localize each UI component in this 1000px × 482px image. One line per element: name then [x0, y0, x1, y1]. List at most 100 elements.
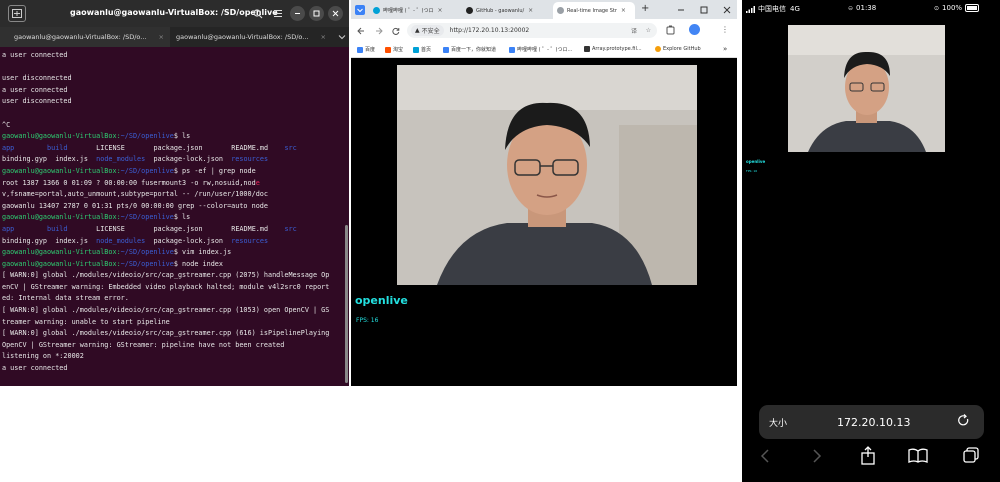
terminal-tab-2[interactable]: gaowanlu@gaowanlu-VirtualBox: /SD/o... × [170, 27, 338, 47]
address-bar[interactable]: ▲ 不安全 http://172.20.10.13:20002 译 ☆ [407, 23, 657, 38]
terminal-line: user disconnected [2, 97, 72, 106]
terminal-line: listening on *:20002 [2, 352, 84, 361]
terminal-ls-line: binding.gyp index.js node_modules packag… [2, 236, 269, 245]
bookmark-item[interactable]: Explore GitHub [655, 46, 701, 52]
browser-tab-bilibili[interactable]: 哔哩哔哩 ( ゜- ゜)つロ × [369, 2, 461, 19]
terminal-line: [ WARN:0] global ./modules/videoio/src/c… [2, 306, 330, 315]
forward-icon[interactable] [812, 449, 822, 463]
terminal-line: [ WARN:0] global ./modules/videoio/src/c… [2, 271, 330, 280]
back-icon[interactable] [760, 449, 770, 463]
terminal-prompt-line: gaowanlu@gaowanlu-VirtualBox:~/SD/openli… [2, 259, 223, 268]
more-menu-icon[interactable]: ⋮ [721, 25, 729, 34]
new-tab-button[interactable]: + [641, 3, 649, 14]
security-label: 不安全 [421, 28, 440, 35]
minimize-icon[interactable] [677, 6, 685, 14]
screenshot-collage: gaowanlu@gaowanlu-VirtualBox: /SD/openli… [0, 0, 1000, 482]
baidu-icon [357, 46, 363, 53]
browser-tab-github[interactable]: GitHub - gaowanlu/ × [462, 2, 552, 19]
terminal-tab-1[interactable]: gaowanlu@gaowanlu-VirtualBox: /SD/o... × [0, 27, 170, 47]
chevron-down-icon[interactable] [338, 33, 346, 41]
github-icon [466, 7, 473, 14]
mdn-icon [584, 46, 590, 52]
maximize-icon[interactable] [700, 6, 708, 14]
bookmark-item[interactable]: 哔哩哔哩 ( ゜- ゜)つロ... [509, 46, 572, 53]
browser-tabstrip: 哔哩哔哩 ( ゜- ゜)つロ × GitHub - gaowanlu/ × Re… [351, 0, 737, 19]
browser-tab-realtime[interactable]: Real-time Image Str × [553, 2, 635, 19]
terminal-tab-label: gaowanlu@gaowanlu-VirtualBox: /SD/o... [14, 33, 147, 41]
signal-icon [746, 5, 755, 13]
maximize-icon[interactable] [309, 6, 324, 21]
terminal-line: a user connected [2, 85, 68, 94]
hamburger-menu-icon[interactable] [270, 6, 285, 21]
tab-close-icon[interactable]: × [437, 7, 442, 14]
terminal-line: user disconnected [2, 74, 72, 83]
profile-avatar[interactable] [689, 24, 700, 35]
tab-close-icon[interactable]: × [158, 33, 163, 41]
terminal-tabbar: gaowanlu@gaowanlu-VirtualBox: /SD/o... ×… [0, 27, 349, 47]
link-icon: ⊖ [848, 4, 854, 12]
carrier-info: 中国电信 4G [746, 4, 800, 14]
terminal-line: treamer warning: unable to start pipelin… [2, 317, 170, 326]
terminal-ls-line: app build LICENSE package.json README.md… [2, 143, 297, 152]
star-icon[interactable]: ☆ [646, 27, 651, 34]
tabs-icon[interactable] [963, 447, 979, 463]
globe-icon [557, 7, 564, 14]
terminal-line: ed: Internal data stream error. [2, 294, 129, 303]
share-icon[interactable] [860, 446, 876, 465]
tab-close-icon[interactable]: × [320, 33, 325, 41]
bookmark-item[interactable]: 首页 [413, 46, 431, 53]
bookmark-item[interactable]: Array.prototype.fil... [584, 46, 642, 52]
battery-percent: 100% [942, 4, 963, 12]
terminal-line: enCV | GStreamer warning: Embedded video… [2, 282, 330, 291]
terminal-title: gaowanlu@gaowanlu-VirtualBox: /SD/openli… [70, 8, 278, 17]
phone-fps-readout: FPS: 16 [746, 169, 758, 173]
bookmark-item[interactable]: 百度 [357, 46, 375, 53]
terminal-prompt-line: gaowanlu@gaowanlu-VirtualBox:~/SD/openli… [2, 213, 191, 222]
url-text[interactable]: http://172.20.10.13:20002 [450, 27, 530, 34]
battery-status: ⊙ 100% [934, 4, 980, 12]
new-tab-icon[interactable] [8, 5, 26, 22]
phone-toolbar [742, 441, 1000, 471]
terminal-line: a user connected [2, 364, 68, 373]
reload-icon[interactable] [957, 414, 970, 427]
minimize-icon[interactable] [290, 6, 305, 21]
terminal-prompt-line: gaowanlu@gaowanlu-VirtualBox:~/SD/openli… [2, 132, 191, 141]
browser-tab-label: Real-time Image Str [567, 7, 617, 14]
forward-icon[interactable] [375, 27, 383, 35]
bookmarks-icon[interactable] [908, 448, 928, 463]
phone-address-bar[interactable]: 大小 172.20.10.13 [759, 405, 984, 439]
terminal-titlebar: gaowanlu@gaowanlu-VirtualBox: /SD/openli… [0, 0, 349, 27]
browser-tab-label: 哔哩哔哩 ( ゜- ゜)つロ [383, 8, 434, 14]
back-icon[interactable] [357, 27, 365, 35]
close-icon[interactable] [328, 6, 343, 21]
bookmark-item[interactable]: 百度一下，你就知道 [443, 46, 496, 53]
bookmarks-bar: 百度 淘宝 首页 百度一下，你就知道 哔哩哔哩 ( ゜- ゜)つロ... Arr… [351, 42, 737, 58]
tab-close-icon[interactable]: × [528, 7, 533, 14]
phone-clock: ⊖ 01:38 [848, 4, 877, 12]
phone-page-title: openlive [746, 159, 766, 164]
close-icon[interactable] [723, 6, 731, 14]
search-icon[interactable] [250, 6, 265, 21]
reload-icon[interactable] [392, 27, 400, 35]
terminal-output[interactable]: a user connected user disconnected a use… [0, 47, 349, 375]
terminal-scrollbar[interactable] [345, 225, 348, 383]
browser-window: 哔哩哔哩 ( ゜- ゜)つロ × GitHub - gaowanlu/ × Re… [351, 0, 737, 386]
terminal-window: gaowanlu@gaowanlu-VirtualBox: /SD/openli… [0, 0, 349, 386]
browser-tab-label: GitHub - gaowanlu/ [476, 7, 525, 14]
extensions-icon[interactable] [666, 25, 676, 35]
terminal-ls-line: binding.gyp index.js node_modules packag… [2, 155, 269, 164]
bookmark-item[interactable]: 淘宝 [385, 46, 403, 53]
terminal-line: root 1387 1366 0 01:09 ? 00:00:00 fuserm… [2, 178, 260, 187]
terminal-line: [ WARN:0] global ./modules/videoio/src/c… [2, 329, 330, 338]
terminal-ls-line: app build LICENSE package.json README.md… [2, 224, 297, 233]
text-size-button[interactable]: 大小 [769, 416, 787, 429]
bookmarks-more-icon[interactable]: » [723, 45, 727, 53]
security-chip[interactable]: ▲ 不安全 [411, 25, 444, 36]
translate-icon[interactable]: 译 [631, 26, 637, 35]
fps-readout: FPS: 16 [356, 317, 379, 324]
tab-search-icon[interactable] [355, 5, 365, 15]
phone-url-text[interactable]: 172.20.10.13 [837, 416, 910, 429]
warning-icon: ▲ [415, 27, 420, 34]
tab-close-icon[interactable]: × [621, 7, 626, 14]
